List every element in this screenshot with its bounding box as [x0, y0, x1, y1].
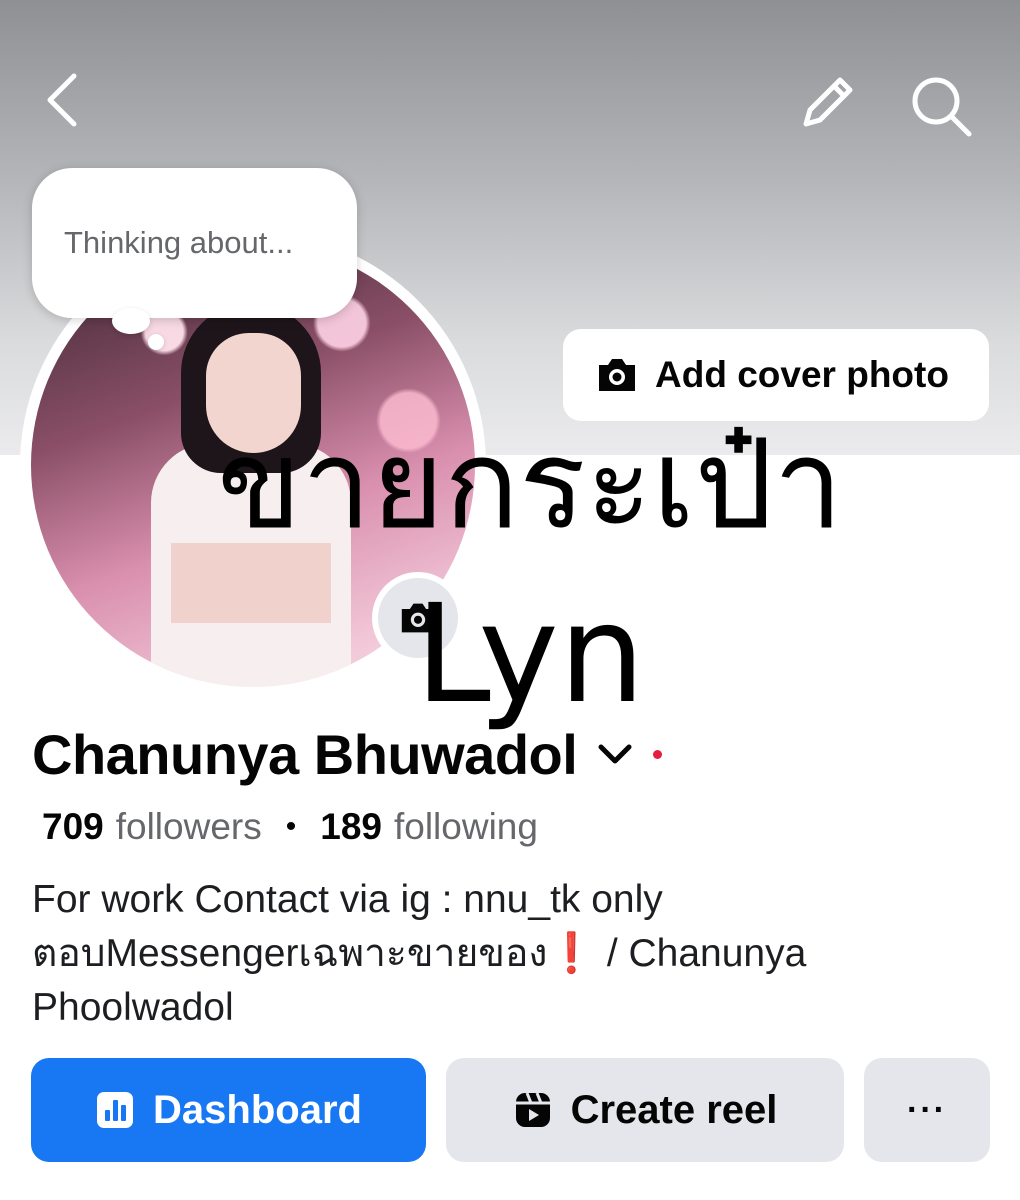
chevron-down-icon[interactable] — [595, 735, 635, 775]
add-cover-photo-button[interactable]: Add cover photo — [563, 329, 989, 421]
followers-label[interactable]: followers — [116, 806, 262, 848]
bio-line-1: For work Contact via ig : nnu_tk only — [32, 878, 663, 921]
follow-stats: 709 followers • 189 following — [42, 806, 538, 848]
notification-dot — [653, 750, 663, 759]
following-count[interactable]: 189 — [320, 806, 382, 848]
edit-icon[interactable] — [792, 68, 862, 138]
exclamation-icon: ❗ — [547, 932, 596, 975]
bubble-tail-small — [148, 334, 164, 350]
bio-line-2-suffix: / Chanunya — [595, 932, 807, 975]
more-button[interactable]: ··· — [864, 1058, 990, 1162]
dashboard-button[interactable]: Dashboard — [31, 1058, 426, 1162]
back-icon[interactable] — [30, 68, 94, 132]
dashboard-label: Dashboard — [153, 1087, 362, 1132]
camera-icon — [595, 355, 639, 395]
stats-separator: • — [285, 810, 297, 843]
create-reel-button[interactable]: Create reel — [446, 1058, 844, 1162]
status-bubble[interactable]: Thinking about... — [32, 168, 357, 318]
reel-icon — [513, 1090, 553, 1130]
more-icon: ··· — [907, 1090, 947, 1129]
search-icon[interactable] — [905, 70, 977, 142]
create-reel-label: Create reel — [570, 1087, 778, 1132]
followers-count[interactable]: 709 — [42, 806, 104, 848]
bio-line-3: Phoolwadol — [32, 986, 234, 1029]
status-placeholder: Thinking about... — [64, 225, 294, 260]
following-label[interactable]: following — [394, 806, 538, 848]
profile-name: Chanunya Bhuwadol — [32, 723, 578, 786]
change-profile-photo-button[interactable] — [372, 572, 464, 664]
bio-line-2-prefix: ตอบMessengerเฉพาะขายของ — [32, 932, 548, 975]
dashboard-icon — [95, 1090, 135, 1130]
camera-icon — [398, 600, 438, 636]
profile-name-row[interactable]: Chanunya Bhuwadol — [32, 722, 663, 787]
profile-bio: For work Contact via ig : nnu_tk only ตอ… — [32, 873, 992, 1035]
bio-line-2: ตอบMessengerเฉพาะขายของ❗ / Chanunya — [32, 927, 992, 981]
bubble-tail — [112, 308, 150, 334]
add-cover-photo-label: Add cover photo — [655, 354, 949, 395]
